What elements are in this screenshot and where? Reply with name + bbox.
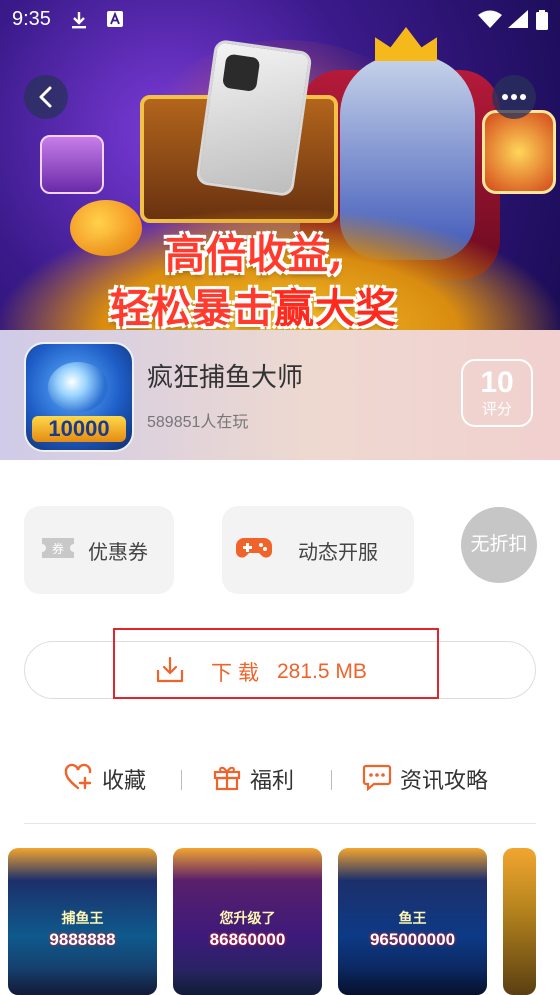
- ticket-icon: 券: [40, 536, 76, 564]
- back-button[interactable]: [24, 75, 68, 119]
- tab-news-guide-label: 资讯攻略: [400, 768, 489, 793]
- section-divider: [24, 823, 536, 824]
- server-card[interactable]: 动态开服: [222, 506, 414, 594]
- tab-welfare[interactable]: 福利: [212, 763, 294, 795]
- screenshot-banner: 您升级了 86860000: [191, 908, 304, 958]
- tab-divider: [331, 770, 332, 790]
- battery-icon: [536, 10, 548, 35]
- tab-welfare-label: 福利: [250, 768, 295, 793]
- banner-slogan-line2: 轻松暴击赢大奖: [110, 276, 397, 330]
- banner-slogan-line1: 高倍收益,: [165, 231, 344, 278]
- app-icon-badge: 10000: [32, 416, 126, 442]
- screenshot-banner-score: 9888888: [49, 930, 116, 949]
- tab-divider: [181, 770, 182, 790]
- banner-small-chest-left: [40, 135, 104, 194]
- screenshot-banner: 鱼王 965000000: [356, 908, 469, 958]
- tab-news-guide[interactable]: 资讯攻略: [362, 763, 488, 795]
- screenshot-banner-title: 捕鱼王: [61, 910, 104, 926]
- signal-icon: [508, 10, 528, 33]
- coupon-label: 优惠券: [88, 541, 148, 564]
- gamepad-icon: [236, 535, 272, 565]
- app-player-count: 589851人在玩: [147, 414, 249, 431]
- status-time: 9:35: [12, 8, 51, 30]
- screenshot-banner-title: 您升级了: [219, 910, 276, 926]
- download-highlight-box: [113, 628, 439, 699]
- rating-badge: 10 评分: [461, 359, 533, 427]
- rating-label: 评分: [481, 401, 512, 418]
- screenshot-thumbnail[interactable]: 鱼王 965000000: [338, 848, 487, 995]
- more-button[interactable]: [492, 75, 536, 119]
- banner-slogan-part-a: 轻松暴击: [110, 285, 274, 330]
- screenshot-gallery[interactable]: 捕鱼王 9888888 您升级了 86860000 鱼王 965000000: [0, 848, 560, 995]
- screenshot-banner-score: 965000000: [369, 930, 456, 949]
- screenshot-thumbnail[interactable]: 捕鱼王 9888888: [8, 848, 157, 995]
- screenshot-thumbnail[interactable]: 您升级了 86860000: [173, 848, 322, 995]
- banner-slogan-part-b: 赢大奖: [274, 285, 397, 330]
- hero-banner: 高倍收益, 轻松暴击赢大奖: [0, 0, 560, 330]
- tab-favorite[interactable]: 收藏: [64, 763, 146, 795]
- chat-bubble-icon: [362, 763, 392, 795]
- svg-text:券: 券: [52, 541, 64, 556]
- rating-score: 10: [480, 366, 514, 399]
- download-status-icon: [70, 10, 88, 35]
- status-bar: 9:35: [0, 0, 560, 40]
- screenshot-banner-title: 鱼王: [398, 910, 427, 926]
- screenshot-banner-score: 86860000: [209, 930, 286, 949]
- more-dots-icon: [502, 94, 526, 100]
- app-icon-shark: [48, 362, 108, 412]
- gift-icon: [212, 763, 242, 795]
- wifi-icon: [478, 10, 502, 33]
- chevron-left-icon: [39, 86, 52, 108]
- heart-plus-icon: [64, 763, 94, 795]
- no-discount-badge: 无折扣: [461, 507, 537, 583]
- app-info-section: 10000 疯狂捕鱼大师 589851人在玩 10 评分: [0, 330, 560, 460]
- app-title: 疯狂捕鱼大师: [147, 362, 304, 392]
- banner-small-chest-right: [482, 110, 556, 194]
- screenshot-thumbnail[interactable]: [503, 848, 536, 995]
- action-tabs: 收藏 福利 资讯攻略: [0, 755, 560, 805]
- app-notification-icon: [106, 10, 124, 33]
- banner-phone-image: [195, 38, 313, 198]
- coupon-card[interactable]: 券 优惠券: [24, 506, 174, 594]
- app-icon: 10000: [24, 342, 134, 452]
- screenshot-banner: 捕鱼王 9888888: [26, 908, 139, 958]
- tab-favorite-label: 收藏: [102, 768, 147, 793]
- server-label: 动态开服: [298, 541, 378, 564]
